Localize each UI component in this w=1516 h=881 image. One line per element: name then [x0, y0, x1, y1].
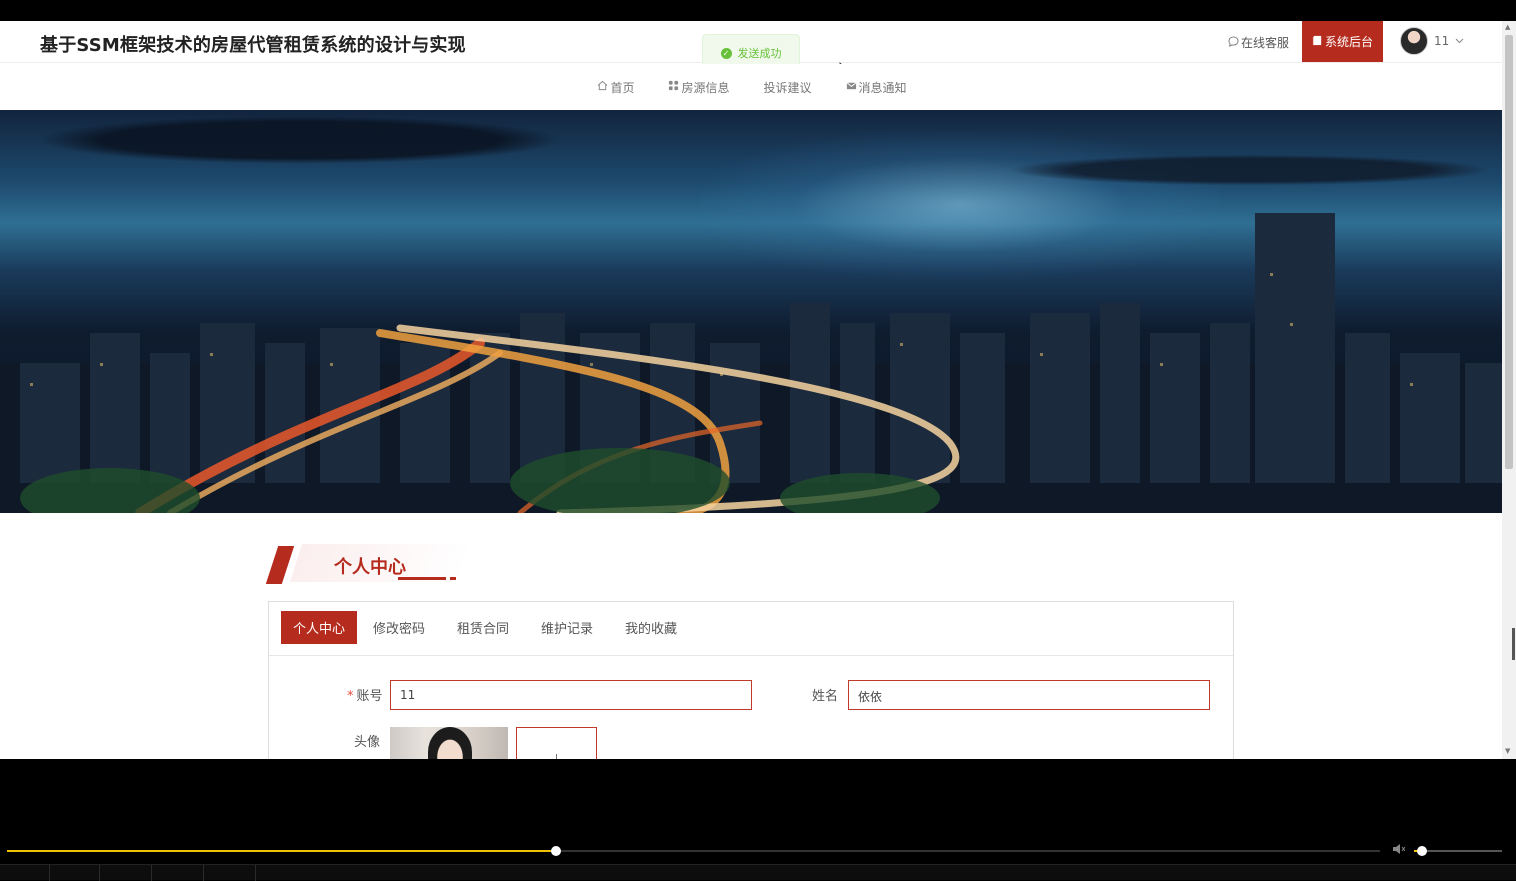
user-menu[interactable]: 11 — [1400, 27, 1464, 55]
tab-maintenance-records[interactable]: 维护记录 — [533, 611, 601, 644]
name-field[interactable]: 依依 — [848, 680, 1210, 710]
section-title: 个人中心 — [334, 557, 406, 578]
avatar-preview-image — [390, 727, 508, 759]
top-black-bar — [0, 0, 1516, 21]
site-title: 基于SSM框架技术的房屋代管租赁系统的设计与实现 — [40, 35, 466, 56]
book-icon — [1312, 35, 1323, 49]
scrollbar-thumb[interactable] — [1505, 35, 1513, 469]
video-player-controls — [0, 759, 1516, 880]
online-service-label: 在线客服 — [1241, 36, 1290, 50]
profile-tabs: 个人中心 修改密码 租赁合同 维护记录 我的收藏 — [269, 602, 1233, 656]
tab-my-favorites[interactable]: 我的收藏 — [617, 611, 685, 644]
nav-label: 首页 — [610, 80, 635, 95]
tab-rental-contract[interactable]: 租赁合同 — [449, 611, 517, 644]
volume-track[interactable] — [1414, 850, 1502, 852]
tab-personal-center[interactable]: 个人中心 — [281, 611, 357, 644]
section-header: 个人中心 — [265, 544, 473, 584]
online-service-link[interactable]: 在线客服 — [1228, 34, 1289, 51]
taskbar-strip — [0, 864, 1516, 881]
name-label: 姓名 — [812, 689, 839, 704]
home-icon — [597, 80, 608, 94]
city-banner-image — [0, 110, 1502, 513]
mail-icon — [846, 80, 857, 94]
avatar-label: 头像 — [354, 735, 381, 750]
page: 基于SSM框架技术的房屋代管租赁系统的设计与实现 在线客服 系统后台 11 ✓ … — [0, 21, 1502, 759]
video-progress-fill — [7, 850, 556, 852]
admin-button-label: 系统后台 — [1324, 35, 1373, 49]
account-field[interactable]: 11 — [390, 680, 752, 710]
avatar-upload-button[interactable] — [516, 727, 597, 759]
account-label: * 账号 — [347, 689, 383, 704]
scroll-down-arrow-icon[interactable]: ▼ — [1505, 747, 1510, 755]
chat-bubble-icon — [1228, 35, 1239, 50]
nav-label: 消息通知 — [858, 80, 907, 95]
volume-handle[interactable] — [1417, 846, 1427, 856]
city-skyline-illustration — [0, 213, 1502, 513]
main-nav: 首页 房源信息 投诉建议 消息通知 — [0, 64, 1502, 110]
grid-icon — [668, 80, 679, 94]
avatar — [1400, 27, 1428, 55]
nav-item-home[interactable]: 首页 — [597, 79, 634, 96]
side-marker — [1512, 628, 1515, 660]
admin-backend-button[interactable]: 系统后台 — [1302, 21, 1383, 62]
video-progress-handle[interactable] — [551, 846, 561, 856]
chevron-down-icon — [1455, 36, 1464, 47]
nav-label: 投诉建议 — [763, 80, 812, 95]
check-circle-icon: ✓ — [720, 47, 732, 59]
toast-message: 发送成功 — [737, 47, 782, 60]
user-name: 11 — [1434, 34, 1450, 48]
nav-item-housing[interactable]: 房源信息 — [668, 79, 730, 96]
nav-item-complaints[interactable]: 投诉建议 — [764, 79, 812, 96]
nav-label: 房源信息 — [681, 80, 730, 95]
profile-panel: 个人中心 修改密码 租赁合同 维护记录 我的收藏 * 账号 11 姓名 依依 头像 — [268, 601, 1234, 759]
browser-viewport: 基于SSM框架技术的房屋代管租赁系统的设计与实现 在线客服 系统后台 11 ✓ … — [0, 21, 1516, 759]
nav-item-notifications[interactable]: 消息通知 — [846, 79, 907, 96]
volume-icon[interactable] — [1392, 843, 1406, 858]
tab-change-password[interactable]: 修改密码 — [365, 611, 433, 644]
scroll-up-arrow-icon[interactable]: ▲ — [1505, 23, 1510, 31]
